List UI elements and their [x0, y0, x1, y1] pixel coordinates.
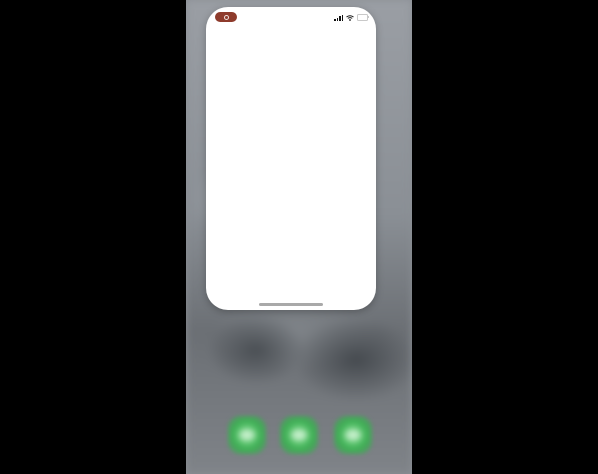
signal-icon	[334, 14, 343, 21]
screen-recording-indicator[interactable]	[215, 12, 237, 22]
phone-icon[interactable]	[228, 416, 266, 454]
battery-icon	[357, 14, 369, 21]
status-bar	[206, 7, 376, 29]
wifi-icon	[346, 14, 354, 21]
messages-icon[interactable]	[280, 416, 318, 454]
status-icons	[334, 14, 369, 21]
app-switcher-card[interactable]	[206, 7, 376, 310]
record-icon	[223, 14, 229, 20]
home-indicator[interactable]	[259, 303, 323, 306]
facetime-icon[interactable]	[334, 416, 372, 454]
